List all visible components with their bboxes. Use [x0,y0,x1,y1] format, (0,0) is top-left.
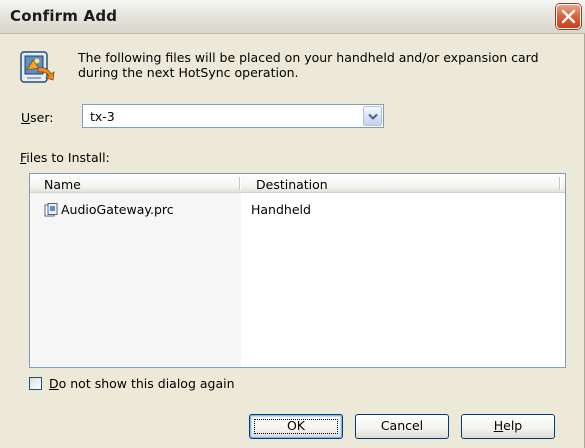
user-label-accel: U [21,110,31,125]
close-button[interactable] [556,4,581,29]
files-list[interactable]: Name Destination AudioGateway.prc Handhe… [29,173,566,368]
column-header-name[interactable]: Name [44,177,81,192]
close-icon [561,9,576,24]
column-header-destination[interactable]: Destination [256,177,328,192]
help-button[interactable]: Help [461,414,555,439]
dont-show-again-checkbox[interactable] [29,377,42,390]
file-destination[interactable]: Handheld [251,202,311,217]
window-title: Confirm Add [10,7,118,25]
checkbox-label-rest: o not show this dialog again [58,376,235,391]
hotsync-install-icon [20,51,55,83]
column-separator[interactable] [559,177,561,190]
cancel-button[interactable]: Cancel [355,414,449,439]
help-label-rest: elp [503,418,523,433]
chevron-down-icon [368,113,378,120]
files-list-header: Name Destination [30,174,565,193]
name-column-shade [30,193,241,367]
user-label: User: [21,110,54,125]
ok-button[interactable]: OK [249,414,343,439]
prc-file-icon [44,203,58,217]
checkbox-label-accel: D [49,376,59,391]
cancel-label: Cancel [380,418,424,433]
dont-show-again-label[interactable]: Do not show this dialog again [49,376,235,391]
user-select[interactable]: tx-3 [82,104,384,128]
files-to-install-label: Files to Install: [20,150,110,165]
confirm-message: The following files will be placed on yo… [78,50,539,80]
column-separator[interactable] [239,177,241,190]
focus-rect [254,419,338,434]
title-bar[interactable]: Confirm Add [0,0,585,34]
file-name: AudioGateway.prc [61,202,174,217]
files-label-rest: iles to Install: [26,150,110,165]
user-label-rest: ser: [30,110,54,125]
user-select-value: tx-3 [90,109,115,124]
confirm-add-dialog: Confirm Add The following files will be … [0,0,585,448]
user-dropdown-button[interactable] [363,106,382,126]
help-label-accel: H [493,418,504,433]
